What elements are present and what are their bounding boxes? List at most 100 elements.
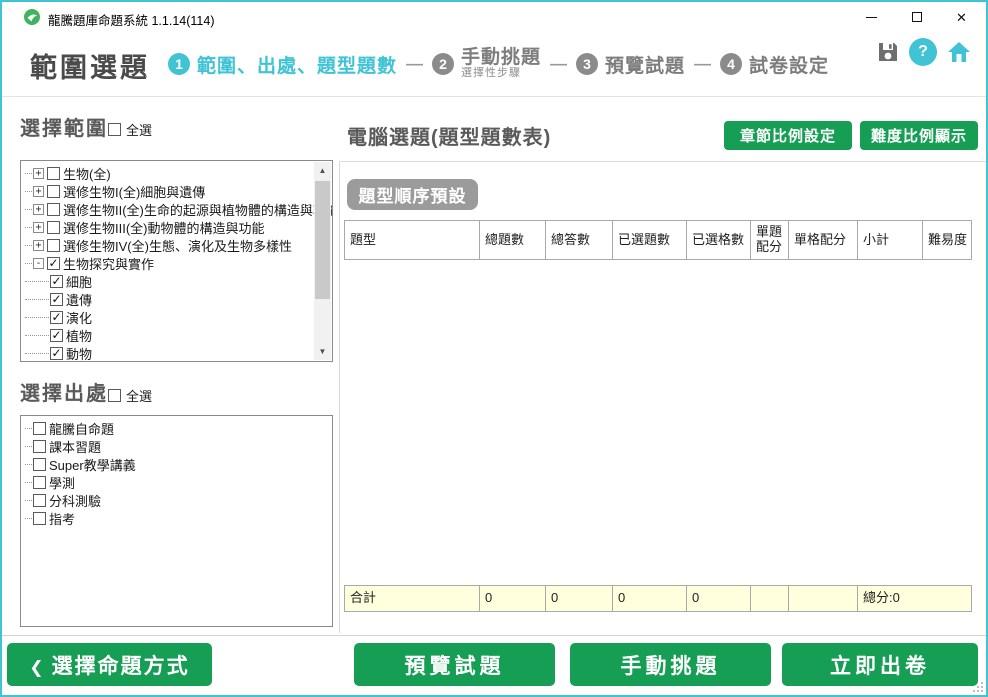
step-3-circle: 3 xyxy=(576,53,598,75)
tree-checkbox[interactable] xyxy=(47,185,60,198)
scroll-up-icon[interactable]: ▲ xyxy=(314,162,331,179)
step-2-label: 手動挑題 xyxy=(461,48,541,68)
tree-checkbox[interactable] xyxy=(50,347,63,360)
range-tree: + 生物(全) +選修生物I(全)細胞與遺傳 +選修生物II(全)生命的起源與植物… xyxy=(20,160,333,362)
maximize-icon xyxy=(912,12,922,22)
list-item[interactable]: 龍騰自命題 xyxy=(25,419,332,437)
range-select-all-checkbox[interactable] xyxy=(108,123,121,136)
page-title: 範圍選題 xyxy=(30,46,150,85)
tree-label: 植物 xyxy=(66,326,92,345)
column-header: 總答數 xyxy=(546,221,613,259)
expand-icon[interactable]: + xyxy=(33,222,44,233)
tree-checkbox[interactable] xyxy=(47,221,60,234)
app-logo-icon xyxy=(24,9,40,25)
resize-grip[interactable] xyxy=(973,682,983,692)
expand-icon[interactable]: + xyxy=(33,186,44,197)
tree-item[interactable]: 細胞 xyxy=(25,272,332,290)
tree-label: 生物(全) xyxy=(63,164,111,183)
generate-paper-button[interactable]: 立即出卷 xyxy=(782,643,978,686)
header-toolbar: ? xyxy=(876,38,972,66)
step-separator: — xyxy=(550,54,567,74)
list-item[interactable]: 課本習題 xyxy=(25,437,332,455)
list-item[interactable]: Super教學講義 xyxy=(25,455,332,473)
tree-label: 遺傳 xyxy=(66,290,92,309)
source-select-all-label: 全選 xyxy=(126,386,152,405)
tree-checkbox[interactable] xyxy=(47,257,60,270)
column-header: 已選題數 xyxy=(613,221,687,259)
titlebar: 龍騰題庫命題系統 1.1.14(114) ✕ xyxy=(2,2,986,32)
expand-icon[interactable]: + xyxy=(33,240,44,251)
source-checkbox[interactable] xyxy=(33,422,46,435)
source-select-all-checkbox[interactable] xyxy=(108,389,121,402)
source-label: Super教學講義 xyxy=(49,455,136,474)
panel-divider-horizontal xyxy=(339,161,988,162)
source-checkbox[interactable] xyxy=(33,458,46,471)
selected-questions-value: 0 xyxy=(613,586,687,611)
tree-item[interactable]: 遺傳 xyxy=(25,290,332,308)
close-button[interactable]: ✕ xyxy=(939,2,984,32)
minimize-button[interactable] xyxy=(849,2,894,32)
tree-item[interactable]: + 選修生物IV(全)生態、演化及生物多樣性 xyxy=(25,236,332,254)
tree-checkbox[interactable] xyxy=(47,239,60,252)
chapter-ratio-button[interactable]: 章節比例設定 xyxy=(724,121,852,150)
tree-item[interactable]: +選修生物I(全)細胞與遺傳 xyxy=(25,182,332,200)
tree-label: 選修生物III(全)動物體的構造與功能 xyxy=(63,218,265,237)
tree-checkbox[interactable] xyxy=(50,311,63,324)
tree-connector xyxy=(25,482,32,483)
tree-item[interactable]: - 生物探究與實作 xyxy=(25,254,332,272)
tree-label: 選修生物IV(全)生態、演化及生物多樣性 xyxy=(63,236,292,255)
source-label: 指考 xyxy=(49,509,75,528)
list-item[interactable]: 指考 xyxy=(25,509,332,527)
tree-checkbox[interactable] xyxy=(50,329,63,342)
expand-icon[interactable]: + xyxy=(33,168,44,179)
tree-item[interactable]: 植物 xyxy=(25,326,332,344)
tree-label: 生物探究與實作 xyxy=(63,254,154,273)
tree-item[interactable]: + 生物(全) xyxy=(25,164,332,182)
expand-icon[interactable]: + xyxy=(33,204,44,215)
source-checkbox[interactable] xyxy=(33,512,46,525)
step-separator: — xyxy=(694,54,711,74)
computer-selection-title: 電腦選題(題型題數表) xyxy=(347,121,551,150)
tree-label: 演化 xyxy=(66,308,92,327)
column-header: 單題配分 xyxy=(751,221,789,259)
range-tree-scrollbar[interactable]: ▲ ▼ xyxy=(314,162,331,360)
tree-checkbox[interactable] xyxy=(50,293,63,306)
source-checkbox[interactable] xyxy=(33,494,46,507)
per-question-score-value xyxy=(751,586,789,611)
range-section-title: 選擇範圍 xyxy=(20,112,108,141)
source-checkbox[interactable] xyxy=(33,476,46,489)
source-select-all[interactable]: 全選 xyxy=(108,386,152,405)
column-header: 已選格數 xyxy=(687,221,751,259)
selected-cells-value: 0 xyxy=(687,586,751,611)
tree-checkbox[interactable] xyxy=(47,203,60,216)
column-header: 難易度 xyxy=(923,221,971,259)
tree-item[interactable]: +選修生物II(全)生命的起源與植物體的構造與功能 xyxy=(25,200,332,218)
collapse-icon[interactable]: - xyxy=(33,258,44,269)
question-order-button[interactable]: 題型順序預設 xyxy=(347,179,478,210)
list-item[interactable]: 學測 xyxy=(25,473,332,491)
difficulty-ratio-button[interactable]: 難度比例顯示 xyxy=(860,121,978,150)
range-select-all[interactable]: 全選 xyxy=(108,120,152,139)
manual-pick-button[interactable]: 手動挑題 xyxy=(570,643,771,686)
home-icon[interactable] xyxy=(946,39,972,65)
source-checkbox[interactable] xyxy=(33,440,46,453)
tree-checkbox[interactable] xyxy=(47,167,60,180)
step-3-preview: 3 預覽試題 xyxy=(576,51,685,78)
back-button-label: 選擇命題方式 xyxy=(52,655,190,678)
back-to-mode-button[interactable]: ❮選擇命題方式 xyxy=(7,643,212,686)
preview-questions-button[interactable]: 預覽試題 xyxy=(354,643,555,686)
tree-item[interactable]: + 選修生物III(全)動物體的構造與功能 xyxy=(25,218,332,236)
minimize-icon xyxy=(866,17,877,18)
help-icon[interactable]: ? xyxy=(909,38,937,66)
tree-item[interactable]: 動物 xyxy=(25,344,332,362)
maximize-button[interactable] xyxy=(894,2,939,32)
list-item[interactable]: 分科測驗 xyxy=(25,491,332,509)
scroll-down-icon[interactable]: ▼ xyxy=(314,343,331,360)
scrollbar-thumb[interactable] xyxy=(315,181,330,299)
step-2-manual-pick: 2 手動挑題 選擇性步驟 xyxy=(432,48,541,79)
column-header: 小計 xyxy=(858,221,923,259)
step-4-label: 試卷設定 xyxy=(749,51,829,78)
tree-item[interactable]: 演化 xyxy=(25,308,332,326)
tree-checkbox[interactable] xyxy=(50,275,63,288)
save-icon[interactable] xyxy=(876,40,900,64)
